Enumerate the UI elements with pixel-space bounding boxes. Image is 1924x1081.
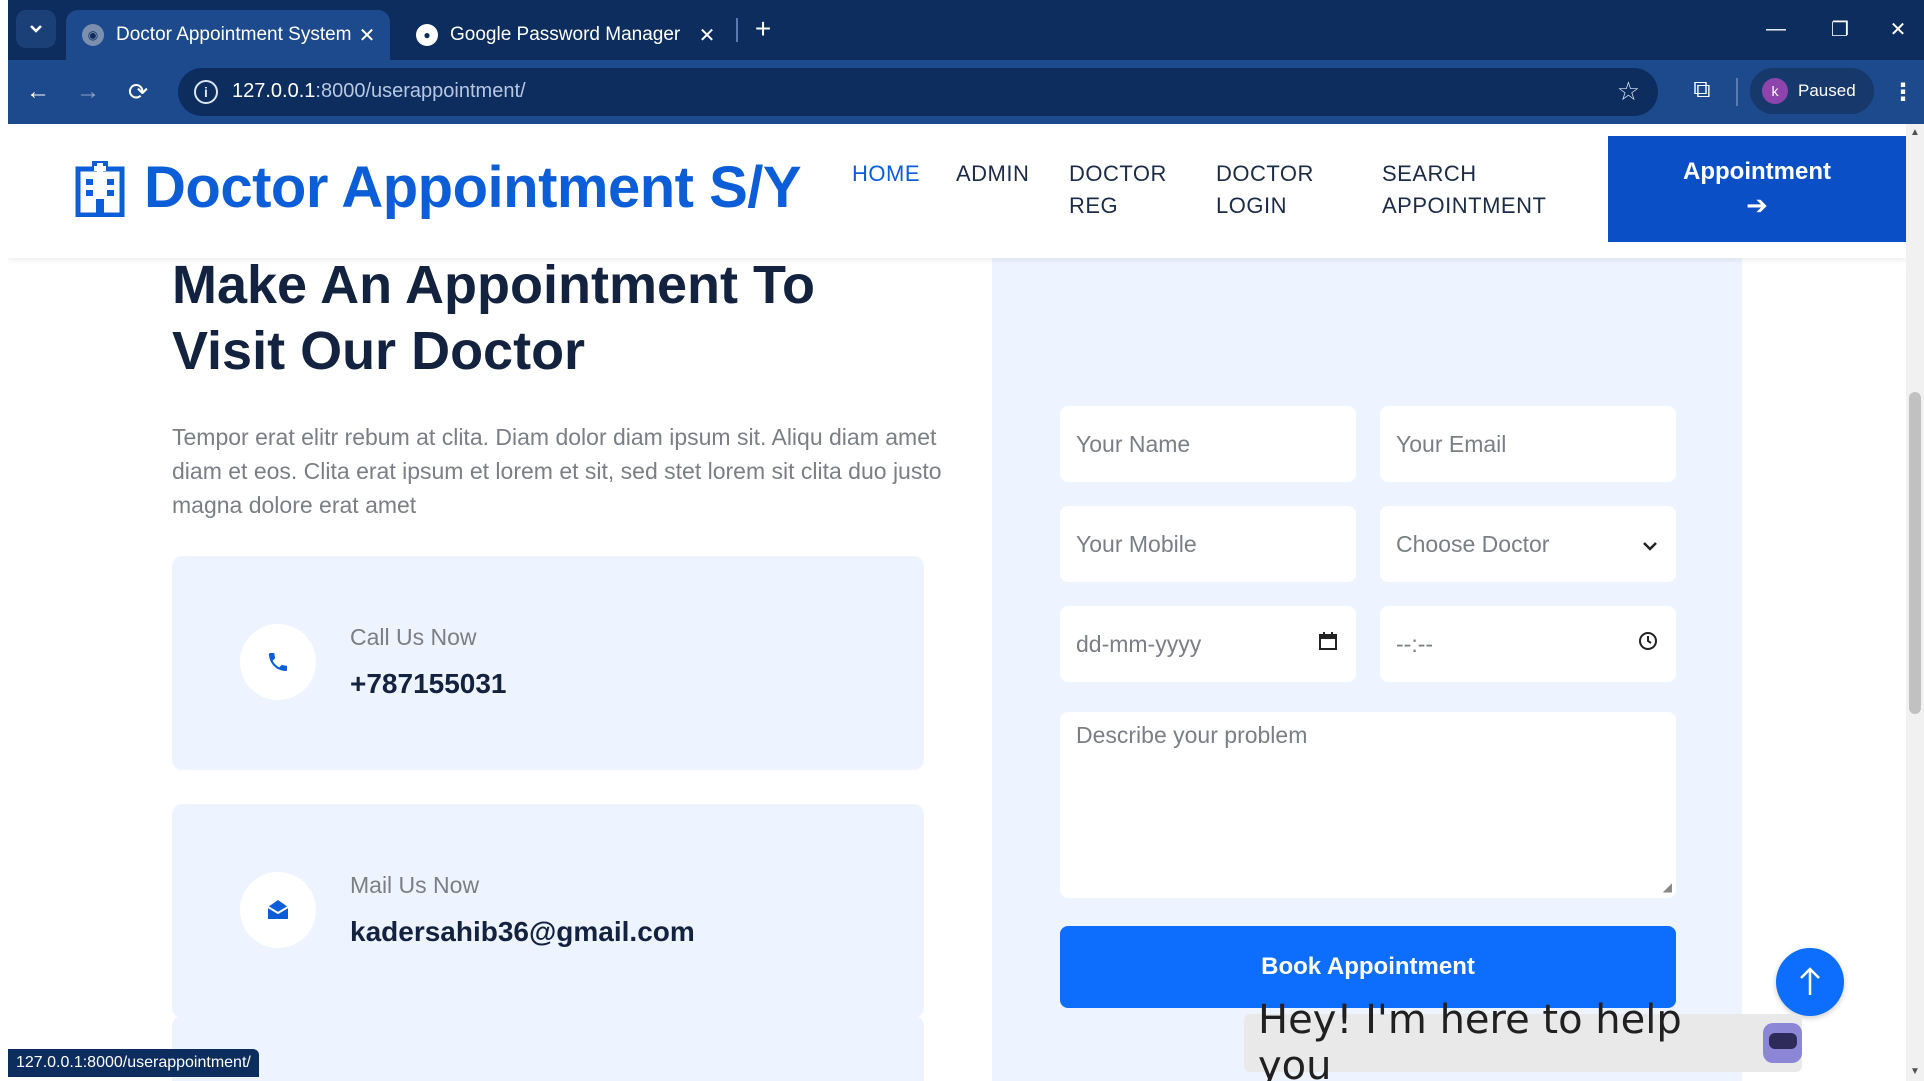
- restore-button[interactable]: ❐: [1820, 12, 1860, 46]
- heading-line-1: Make An Appointment To: [172, 255, 815, 315]
- toolbar-separator: [1736, 78, 1738, 106]
- chevron-down-icon: [30, 25, 42, 33]
- page-scrollbar[interactable]: ▲ ▼: [1906, 124, 1924, 1081]
- mail-label: Mail Us Now: [350, 872, 480, 898]
- nav-doctor-reg[interactable]: DOCTOR REG: [1069, 158, 1167, 222]
- mail-value[interactable]: kadersahib36@gmail.com: [350, 916, 695, 948]
- scroll-up-icon[interactable]: ▲: [1906, 124, 1924, 142]
- nav-home[interactable]: HOME: [852, 158, 920, 190]
- browser-toolbar: ← → ⟳ i 127.0.0.1:8000/userappointment/ …: [8, 60, 1924, 124]
- nav-doctor-login-line2: LOGIN: [1216, 193, 1287, 218]
- calendar-icon[interactable]: [1318, 631, 1338, 657]
- nav-admin[interactable]: ADMIN: [956, 158, 1029, 190]
- nav-doctor-login-line1: DOCTOR: [1216, 161, 1314, 186]
- tab-title: Google Password Manager: [450, 24, 681, 45]
- close-window-button[interactable]: ✕: [1878, 12, 1918, 46]
- problem-placeholder: Describe your problem: [1076, 722, 1308, 748]
- nav-search-line2: APPOINTMENT: [1382, 193, 1547, 218]
- screen: ◉ Doctor Appointment System ✕ ● Google P…: [0, 0, 1924, 1081]
- site-navbar: Doctor Appointment S/Y HOME ADMIN DOCTOR…: [8, 124, 1906, 258]
- bookmark-star-icon[interactable]: ☆: [1617, 76, 1640, 107]
- brand-logo[interactable]: Doctor Appointment S/Y: [74, 154, 802, 221]
- site-info-icon[interactable]: i: [194, 80, 218, 104]
- call-card: Call Us Now +787155031: [172, 556, 924, 770]
- extensions-icon[interactable]: ⧉: [1682, 70, 1722, 110]
- book-appointment-button[interactable]: Book Appointment: [1060, 926, 1676, 1008]
- intro-paragraph: Tempor erat elitr rebum at clita. Diam d…: [172, 424, 942, 518]
- avatar: k: [1762, 78, 1788, 104]
- nav-doctor-login[interactable]: DOCTOR LOGIN: [1216, 158, 1314, 222]
- status-bar-url: 127.0.0.1:8000/userappointment/: [8, 1049, 259, 1077]
- call-label: Call Us Now: [350, 624, 477, 650]
- envelope-open-icon: [240, 872, 316, 948]
- url-text: 127.0.0.1:8000/userappointment/: [232, 80, 526, 102]
- nav-doctor-reg-line2: REG: [1069, 193, 1119, 218]
- clock-icon[interactable]: [1638, 631, 1658, 657]
- brand-title: Doctor Appointment S/Y: [144, 155, 802, 220]
- nav-doctor-reg-line1: DOCTOR: [1069, 161, 1167, 186]
- hospital-icon: [75, 160, 125, 217]
- tab-search-button[interactable]: [16, 10, 56, 48]
- time-input[interactable]: --:--: [1380, 606, 1676, 682]
- chatbot-message: Hey! I'm here to help you: [1258, 997, 1682, 1081]
- chevron-down-icon: [1642, 531, 1658, 557]
- email-input[interactable]: Your Email: [1380, 406, 1676, 482]
- tab-title: Doctor Appointment System: [116, 24, 352, 45]
- date-input[interactable]: dd-mm-yyyy: [1060, 606, 1356, 682]
- nav-search-appointment[interactable]: SEARCH APPOINTMENT: [1382, 158, 1546, 222]
- new-tab-button[interactable]: +: [746, 12, 780, 46]
- appointment-button[interactable]: Appointment ➔: [1608, 136, 1906, 242]
- tab-doctor-appointment[interactable]: ◉ Doctor Appointment System ✕: [66, 10, 390, 60]
- close-tab-icon[interactable]: ✕: [692, 23, 722, 48]
- tab-password-manager[interactable]: ● Google Password Manager ✕: [400, 10, 730, 60]
- robot-icon: [1763, 1023, 1802, 1063]
- arrow-right-icon: ➔: [1746, 189, 1768, 220]
- nav-search-line1: SEARCH: [1382, 161, 1477, 186]
- more-menu-icon[interactable]: ⋮: [1888, 72, 1918, 112]
- tab-separator: [736, 18, 738, 42]
- mail-card: Mail Us Now kadersahib36@gmail.com: [172, 804, 924, 1018]
- appointment-button-label: Appointment: [1683, 157, 1831, 185]
- page-title: Make An Appointment To Visit Our Doctor: [172, 252, 872, 384]
- problem-textarea[interactable]: Describe your problem ◢: [1060, 712, 1676, 898]
- resize-handle-icon[interactable]: ◢: [1663, 880, 1672, 894]
- scroll-down-icon[interactable]: ▼: [1906, 1063, 1924, 1081]
- phone-icon: [240, 624, 316, 700]
- address-card: [172, 1016, 924, 1081]
- date-placeholder: dd-mm-yyyy: [1076, 630, 1202, 657]
- call-value[interactable]: +787155031: [350, 668, 507, 700]
- key-icon: ●: [416, 24, 438, 46]
- arrow-up-icon: [1800, 967, 1820, 995]
- back-button[interactable]: ←: [18, 72, 58, 112]
- profile-status: Paused: [1798, 81, 1856, 100]
- globe-icon: ◉: [82, 24, 104, 46]
- back-to-top-button[interactable]: [1776, 948, 1844, 1016]
- browser-tab-bar: ◉ Doctor Appointment System ✕ ● Google P…: [8, 0, 1924, 60]
- doctor-select-value: Choose Doctor: [1396, 530, 1550, 557]
- forward-button[interactable]: →: [68, 72, 108, 112]
- heading-line-2: Visit Our Doctor: [172, 321, 586, 381]
- name-input[interactable]: Your Name: [1060, 406, 1356, 482]
- profile-button[interactable]: k Paused: [1750, 68, 1874, 114]
- chatbot-bubble[interactable]: Hey! I'm here to help you: [1244, 997, 1802, 1081]
- close-tab-icon[interactable]: ✕: [352, 23, 382, 48]
- doctor-select[interactable]: Choose Doctor: [1380, 506, 1676, 582]
- page-viewport: Doctor Appointment S/Y HOME ADMIN DOCTOR…: [8, 124, 1906, 1081]
- address-bar[interactable]: i 127.0.0.1:8000/userappointment/ ☆: [178, 68, 1658, 116]
- time-placeholder: --:--: [1396, 630, 1434, 657]
- scrollbar-thumb[interactable]: [1909, 392, 1921, 714]
- minimize-button[interactable]: —: [1756, 12, 1796, 46]
- mobile-input[interactable]: Your Mobile: [1060, 506, 1356, 582]
- reload-button[interactable]: ⟳: [118, 72, 158, 112]
